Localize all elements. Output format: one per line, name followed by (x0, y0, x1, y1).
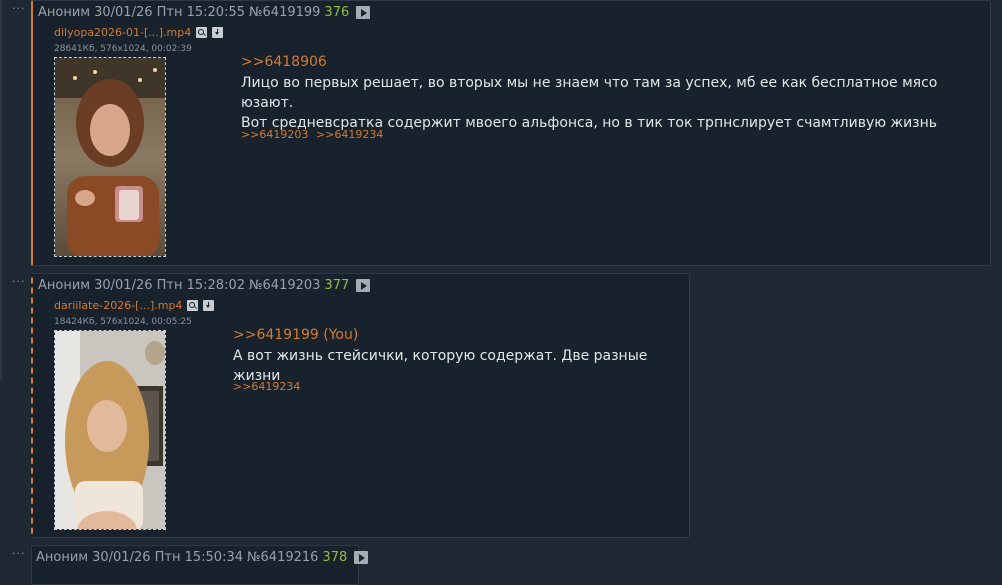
post-datetime: 30/01/26 Птн 15:20:55 (94, 5, 245, 20)
reply-link[interactable]: >>6419199 (You) (233, 327, 358, 343)
post-author: Аноним (36, 550, 89, 565)
post-text-line: Лицо во первых решает, во вторых мы не з… (241, 75, 938, 111)
post-count: 377 (324, 278, 350, 293)
post-author: Аноним (38, 5, 91, 20)
post-number[interactable]: №6419203 (249, 278, 320, 293)
file-info: 18424Кб, 576x1024, 00:05:25 (54, 317, 192, 327)
post-header: Аноним 30/01/26 Птн 15:20:55 №6419199 37… (38, 5, 371, 20)
download-icon[interactable] (212, 27, 224, 38)
post-body: Лицо во первых решает, во вторых мы не з… (241, 73, 990, 133)
backlink[interactable]: >>6419203 (241, 128, 308, 141)
backlinks: >>6419203 >>6419234 (241, 128, 387, 141)
video-thumbnail[interactable] (54, 57, 166, 257)
thread-side-line (0, 0, 2, 380)
post-6419203: Аноним 30/01/26 Птн 15:28:02 №6419203 37… (31, 273, 690, 538)
backlinks: >>6419234 (233, 380, 304, 393)
post-datetime: 30/01/26 Птн 15:28:02 (94, 278, 245, 293)
backlink[interactable]: >>6419234 (316, 128, 383, 141)
post-datetime: 30/01/26 Птн 15:50:34 (92, 550, 243, 565)
post-menu-icon[interactable]: ··· (12, 547, 26, 560)
post-author: Аноним (38, 278, 91, 293)
search-icon[interactable] (187, 300, 199, 311)
file-name-link[interactable]: dariilate-2026-[...].mp4 (54, 299, 182, 312)
thumbnail-image (55, 331, 165, 529)
post-count: 378 (322, 550, 348, 565)
search-icon[interactable] (196, 27, 208, 38)
backlink[interactable]: >>6419234 (233, 380, 300, 393)
post-menu-icon[interactable]: ··· (12, 275, 26, 288)
play-icon[interactable] (354, 551, 369, 564)
video-thumbnail[interactable] (54, 330, 166, 530)
post-header: Аноним 30/01/26 Птн 15:28:02 №6419203 37… (38, 278, 371, 293)
play-icon[interactable] (356, 279, 371, 292)
thumbnail-image (55, 58, 165, 256)
post-6419199: Аноним 30/01/26 Птн 15:20:55 №6419199 37… (31, 0, 991, 266)
post-number[interactable]: №6419216 (247, 550, 318, 565)
post-6419216: Аноним 30/01/26 Птн 15:50:34 №6419216 37… (31, 545, 369, 585)
post-number[interactable]: №6419199 (249, 5, 320, 20)
post-count: 376 (324, 5, 350, 20)
post-menu-icon[interactable]: ··· (12, 2, 26, 15)
post-header: Аноним 30/01/26 Птн 15:50:34 №6419216 37… (36, 550, 369, 565)
file-info: 28641Кб, 576x1024, 00:02:39 (54, 44, 192, 54)
file-row: dilyopa2026-01-[...].mp4 (54, 26, 224, 39)
file-name-link[interactable]: dilyopa2026-01-[...].mp4 (54, 26, 191, 39)
file-row: dariilate-2026-[...].mp4 (54, 299, 215, 312)
play-icon[interactable] (356, 6, 371, 19)
download-icon[interactable] (203, 300, 215, 311)
reply-link[interactable]: >>6418906 (241, 54, 327, 70)
